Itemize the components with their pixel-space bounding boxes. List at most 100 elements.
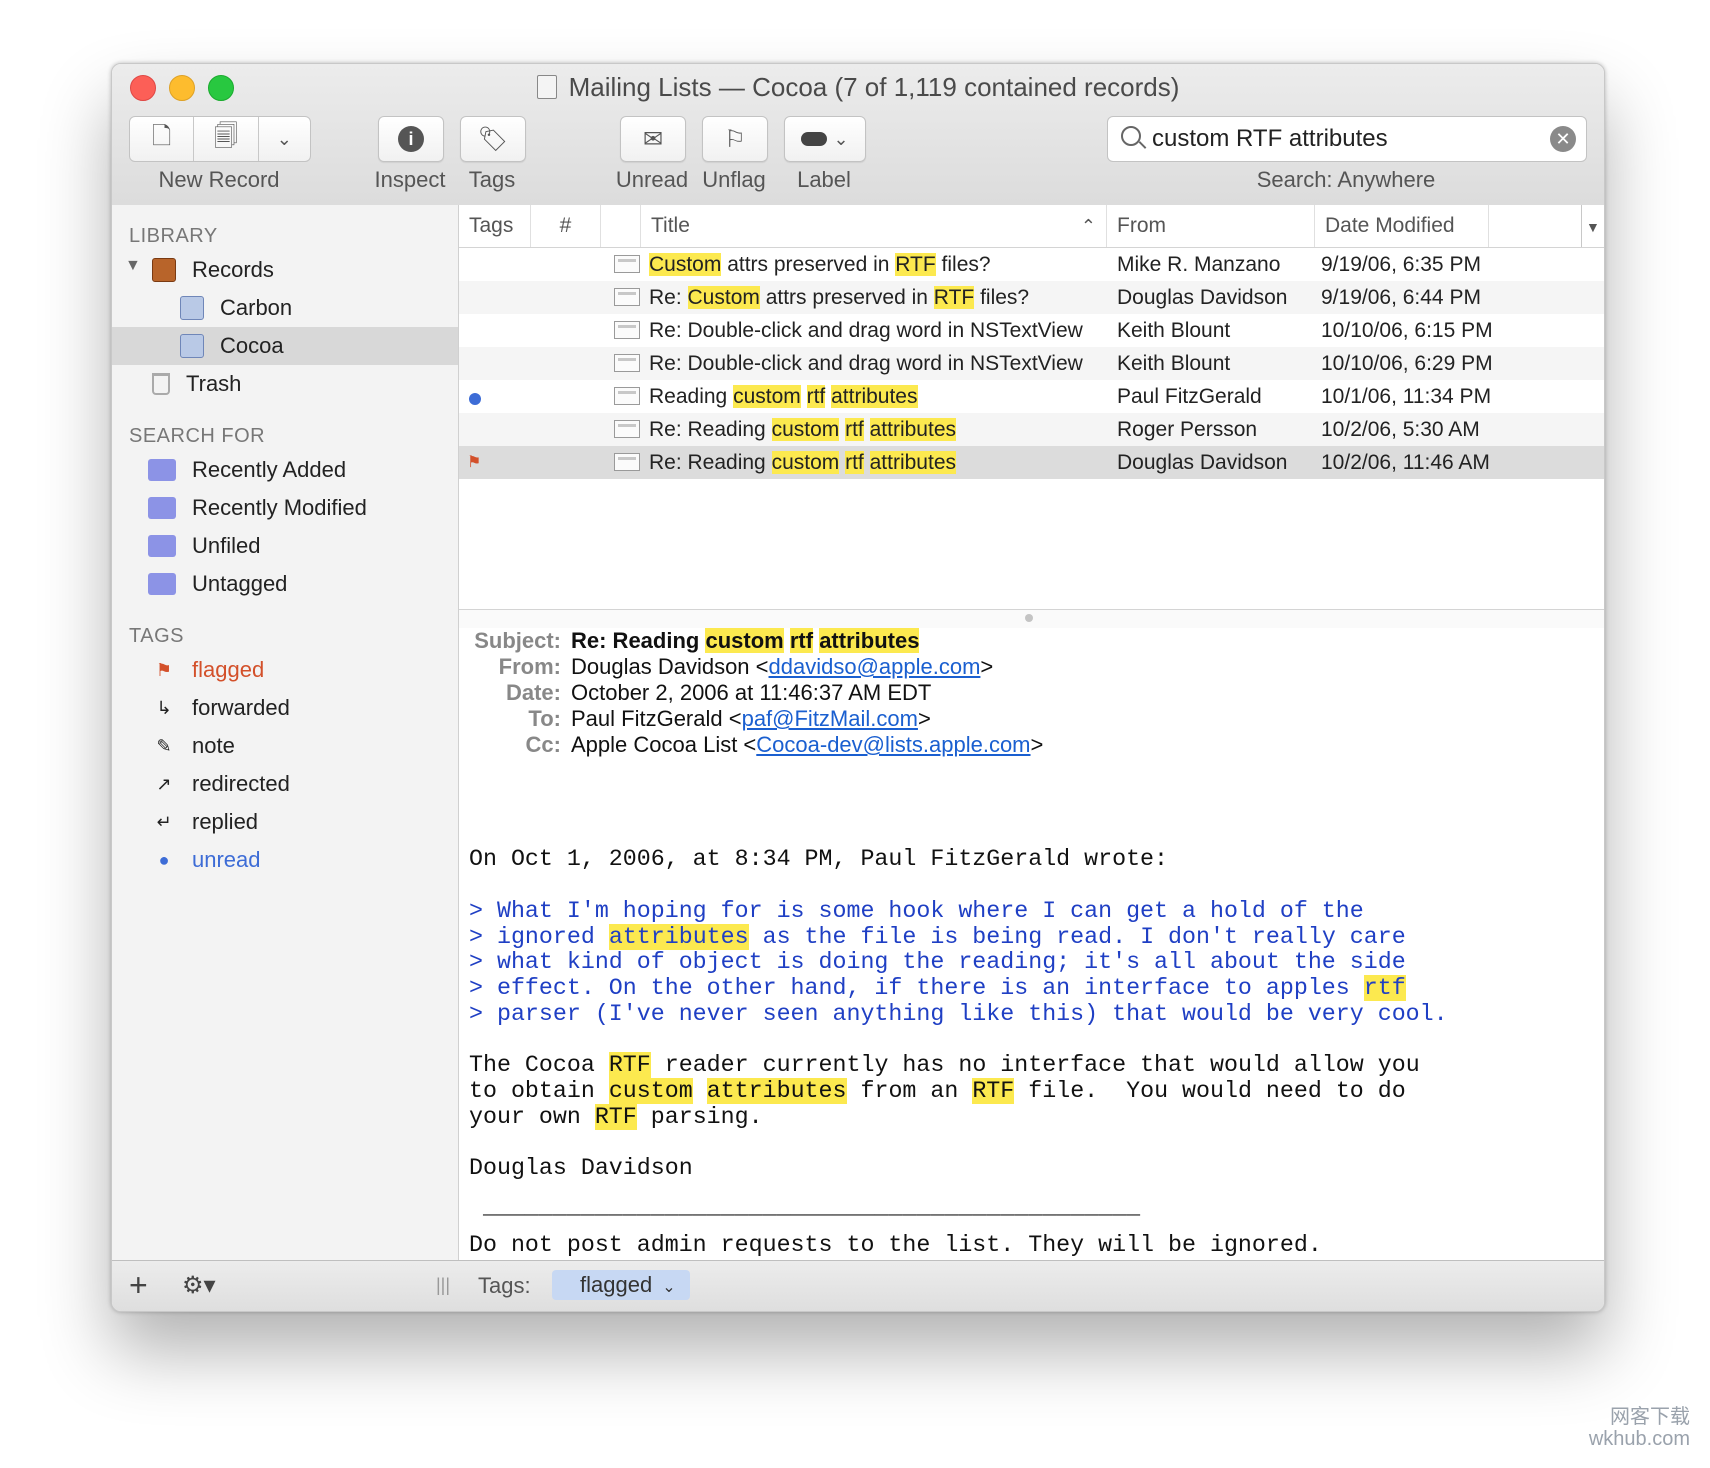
record-list: Tags # Title ⌃ From Date Modified ▼ Custo… [459, 205, 1604, 609]
sidebar-item-label: Records [192, 257, 274, 282]
tag-token-flagged[interactable]: flagged ⌄ [552, 1270, 690, 1300]
tags-button[interactable]: 🏷 [460, 116, 526, 162]
clear-search-icon[interactable]: ✕ [1550, 126, 1576, 152]
row-from: Keith Blount [1117, 352, 1231, 375]
watermark: 网客下载 wkhub.com [1589, 1406, 1690, 1450]
smart-folder-icon [148, 535, 176, 557]
sidebar-item-redirected[interactable]: ↗ redirected [112, 765, 458, 803]
sidebar-item-unfiled[interactable]: Unfiled [112, 527, 458, 565]
table-row[interactable]: ⚑ Re: Reading custom rtf attributes Dougla… [459, 446, 1604, 479]
sidebar-item-carbon[interactable]: Carbon [112, 289, 458, 327]
row-from: Keith Blount [1117, 319, 1231, 342]
sidebar-item-records[interactable]: Records [112, 251, 458, 289]
unflag-button[interactable]: ⚐ [702, 116, 768, 162]
sidebar-item-recently-added[interactable]: Recently Added [112, 451, 458, 489]
table-row[interactable]: Reading custom rtf attributes Paul FitzGe… [459, 380, 1604, 413]
chevron-down-icon: ⌄ [833, 128, 849, 149]
sidebar-item-label: replied [192, 809, 259, 834]
watermark-line: wkhub.com [1588, 1428, 1690, 1450]
inspect-button[interactable]: i [378, 116, 444, 162]
search-highlight: attributes [819, 628, 920, 653]
document-icon [536, 75, 557, 99]
sidebar-item-label: forwarded [192, 695, 290, 720]
text-segment [864, 451, 870, 474]
sidebar-item-recently-modified[interactable]: Recently Modified [112, 489, 458, 527]
note-document-icon: 🗐 [213, 122, 238, 150]
new-record-button[interactable]: 🗋 [130, 117, 195, 161]
table-row[interactable]: Re: Double-click and drag word in NSText… [459, 347, 1604, 380]
message-kind-icon [614, 354, 640, 372]
text-segment: Re: [649, 286, 688, 309]
tag-token-text: flagged [580, 1272, 653, 1297]
column-header-title[interactable]: Title ⌃ [641, 205, 1107, 247]
search-highlight: custom [733, 385, 801, 408]
split-handle-icon[interactable] [1025, 614, 1033, 622]
sidebar-item-unread[interactable]: ● unread [112, 841, 458, 879]
column-header-kind[interactable] [601, 205, 641, 247]
column-header-from[interactable]: From [1107, 205, 1315, 247]
flag-icon: ⚑ [467, 454, 482, 471]
to-email-link[interactable]: paf@FitzMail.com [742, 706, 918, 731]
gear-icon[interactable]: ⚙▾ [182, 1271, 216, 1300]
sidebar-item-cocoa[interactable]: Cocoa [112, 327, 458, 365]
search-highlight: custom [705, 628, 784, 653]
flag-icon: ⚐ [724, 125, 746, 153]
row-from: Paul FitzGerald [1117, 385, 1262, 408]
sidebar-item-label: Carbon [220, 295, 293, 320]
trash-icon [152, 373, 170, 395]
unflag-label: Unflag [702, 167, 766, 192]
row-from: Roger Persson [1117, 418, 1258, 441]
search-input[interactable] [1152, 123, 1532, 155]
search-highlight: custom [771, 451, 840, 474]
search-highlight: custom [608, 1078, 693, 1104]
row-title: Re: Custom attrs preserved in RTF files? [649, 281, 1101, 317]
column-header-date[interactable]: Date Modified [1315, 205, 1489, 247]
text-segment: files? [935, 253, 991, 276]
search-highlight: attributes [706, 1078, 847, 1104]
text-segment: Reading [649, 385, 734, 408]
body-line: Do not post admin requests to the list. … [469, 1232, 1322, 1258]
sidebar-item-forwarded[interactable]: ↳ forwarded [112, 689, 458, 727]
new-record-menu-button[interactable]: ⌄ [259, 117, 310, 161]
table-row[interactable]: Re: Custom attrs preserved in RTF files?… [459, 281, 1604, 314]
text-segment: to obtain [469, 1078, 609, 1104]
add-icon[interactable]: + [129, 1267, 148, 1304]
table-row[interactable]: Re: Reading custom rtf attributes Roger P… [459, 413, 1604, 446]
cc-email-link[interactable]: Cocoa-dev@lists.apple.com [756, 732, 1030, 757]
sidebar-item-note[interactable]: ✎ note [112, 727, 458, 765]
text-segment [784, 628, 790, 653]
sidebar-item-trash[interactable]: Trash [112, 365, 458, 403]
sidebar-resize-grip-icon[interactable]: ||| [436, 1275, 450, 1296]
records-library-icon [152, 258, 176, 282]
split-divider[interactable] [459, 609, 1604, 629]
text-segment: > effect. On the other hand, if there is… [469, 975, 1364, 1001]
column-chooser-button[interactable]: ▼ [1581, 205, 1604, 247]
row-title: Reading custom rtf attributes [649, 380, 1101, 416]
new-note-button[interactable]: 🗐 [194, 117, 259, 161]
header-key: From: [498, 654, 561, 679]
message-kind-icon [614, 288, 640, 306]
header-date-value: October 2, 2006 at 11:46:37 AM EDT [571, 680, 932, 705]
table-row[interactable]: Re: Double-click and drag word in NSText… [459, 314, 1604, 347]
body-line: Douglas Davidson [469, 1155, 693, 1181]
from-email-link[interactable]: ddavidso@apple.com [769, 654, 981, 679]
text-segment: Re: Reading [571, 628, 706, 653]
new-document-icon: 🗋 [151, 122, 172, 150]
text-segment [801, 385, 807, 408]
column-header-number[interactable]: # [531, 205, 601, 247]
search-highlight: RTF [933, 286, 975, 309]
label-button[interactable]: ⌄ [784, 116, 866, 162]
search-highlight: RTF [594, 1104, 637, 1130]
sidebar-item-replied[interactable]: ↵ replied [112, 803, 458, 841]
header-key: Cc: [525, 732, 561, 757]
column-header-tags[interactable]: Tags [459, 205, 531, 247]
sidebar-item-untagged[interactable]: Untagged [112, 565, 458, 603]
row-date: 9/19/06, 6:44 PM [1321, 286, 1481, 309]
table-row[interactable]: Custom attrs preserved in RTF files? Mike… [459, 248, 1604, 281]
message-kind-icon [614, 387, 640, 405]
unread-button[interactable]: ✉ [620, 116, 686, 162]
message-kind-icon [614, 453, 640, 471]
pencil-icon: ✎ [156, 735, 172, 756]
sidebar-item-flagged[interactable]: ⚑ flagged [112, 651, 458, 689]
unread-label: Unread [615, 167, 689, 192]
